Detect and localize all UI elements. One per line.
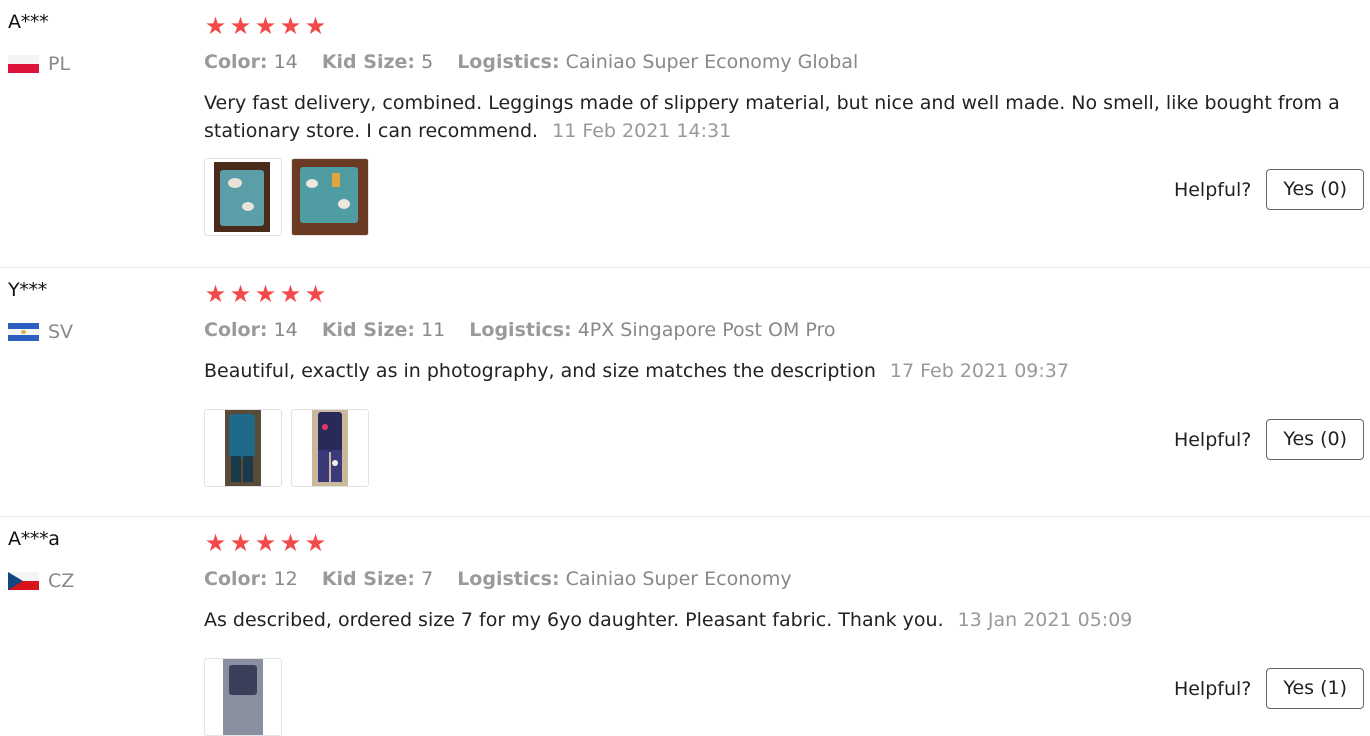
color-label: Color: <box>204 319 268 341</box>
country-code: PL <box>48 53 71 75</box>
reviewer-country: PL <box>8 53 70 75</box>
reviewer-name: A*** <box>8 11 49 33</box>
star-icon: ★ <box>304 280 327 308</box>
star-icon: ★ <box>279 12 302 40</box>
logistics-label: Logistics: <box>457 568 560 590</box>
star-rating: ★ ★ ★ ★ ★ <box>204 282 327 306</box>
reviewer-name: A***a <box>8 528 60 550</box>
order-info: Color: 12 Kid Size: 7 Logistics: Cainiao… <box>204 568 792 590</box>
star-icon: ★ <box>279 280 302 308</box>
logistics-value: 4PX Singapore Post OM Pro <box>577 319 836 341</box>
poland-flag-icon <box>8 55 39 73</box>
size-label: Kid Size: <box>321 51 416 73</box>
logistics-value: Cainiao Super Economy <box>565 568 792 590</box>
color-label: Color: <box>204 51 268 73</box>
review-date: 11 Feb 2021 14:31 <box>552 120 732 142</box>
review-photo[interactable] <box>204 658 282 736</box>
star-icon: ★ <box>229 280 252 308</box>
review-photo[interactable] <box>204 158 282 236</box>
logistics-label: Logistics: <box>469 319 572 341</box>
star-icon: ★ <box>304 529 327 557</box>
star-icon: ★ <box>279 529 302 557</box>
star-icon: ★ <box>229 529 252 557</box>
color-label: Color: <box>204 568 268 590</box>
star-rating: ★ ★ ★ ★ ★ <box>204 14 327 38</box>
star-icon: ★ <box>254 280 277 308</box>
size-value: 11 <box>421 319 446 341</box>
order-info: Color: 14 Kid Size: 11 Logistics: 4PX Si… <box>204 319 836 341</box>
review-body: Very fast delivery, combined. Leggings m… <box>204 92 1340 142</box>
reviewer-country: SV <box>8 321 73 343</box>
review-date: 13 Jan 2021 05:09 <box>957 609 1133 631</box>
czech-flag-icon <box>8 572 39 590</box>
helpful-label: Helpful? <box>1173 178 1252 201</box>
review-item: Y*** SV ★ ★ ★ ★ ★ Color: 14 Kid Size: 11… <box>0 267 1370 487</box>
review-photo[interactable] <box>291 158 369 236</box>
helpful-vote: Helpful? Yes (1) <box>1174 668 1364 709</box>
helpful-vote: Helpful? Yes (0) <box>1174 419 1364 460</box>
star-icon: ★ <box>229 12 252 40</box>
review-photo[interactable] <box>291 409 369 487</box>
review-text: As described, ordered size 7 for my 6yo … <box>204 606 1344 634</box>
star-icon: ★ <box>204 12 227 40</box>
helpful-yes-button[interactable]: Yes (0) <box>1266 419 1364 460</box>
size-value: 7 <box>421 568 434 590</box>
color-value: 14 <box>273 51 298 73</box>
helpful-vote: Helpful? Yes (0) <box>1174 169 1364 210</box>
helpful-yes-button[interactable]: Yes (1) <box>1266 668 1364 709</box>
el-salvador-flag-icon <box>8 323 39 341</box>
review-photos <box>204 658 282 736</box>
size-label: Kid Size: <box>321 568 416 590</box>
review-photo[interactable] <box>204 409 282 487</box>
review-body: Beautiful, exactly as in photography, an… <box>204 360 876 382</box>
color-value: 14 <box>273 319 298 341</box>
star-icon: ★ <box>254 529 277 557</box>
review-photos <box>204 158 369 236</box>
review-photos <box>204 409 369 487</box>
star-icon: ★ <box>304 12 327 40</box>
size-value: 5 <box>421 51 434 73</box>
review-date: 17 Feb 2021 09:37 <box>889 360 1069 382</box>
reviewer-name: Y*** <box>8 279 47 301</box>
helpful-label: Helpful? <box>1173 677 1252 700</box>
star-rating: ★ ★ ★ ★ ★ <box>204 531 327 555</box>
logistics-label: Logistics: <box>457 51 560 73</box>
size-label: Kid Size: <box>321 319 416 341</box>
country-code: CZ <box>48 570 75 592</box>
review-text: Beautiful, exactly as in photography, an… <box>204 357 1344 385</box>
review-text: Very fast delivery, combined. Leggings m… <box>204 89 1344 145</box>
reviewer-country: CZ <box>8 570 74 592</box>
helpful-label: Helpful? <box>1173 428 1252 451</box>
review-body: As described, ordered size 7 for my 6yo … <box>204 609 944 631</box>
helpful-yes-button[interactable]: Yes (0) <box>1266 169 1364 210</box>
color-value: 12 <box>273 568 298 590</box>
order-info: Color: 14 Kid Size: 5 Logistics: Cainiao… <box>204 51 858 73</box>
country-code: SV <box>48 321 74 343</box>
star-icon: ★ <box>204 280 227 308</box>
star-icon: ★ <box>254 12 277 40</box>
review-item: A***a CZ ★ ★ ★ ★ ★ Color: 12 Kid Size: 7… <box>0 516 1370 736</box>
logistics-value: Cainiao Super Economy Global <box>565 51 859 73</box>
star-icon: ★ <box>204 529 227 557</box>
